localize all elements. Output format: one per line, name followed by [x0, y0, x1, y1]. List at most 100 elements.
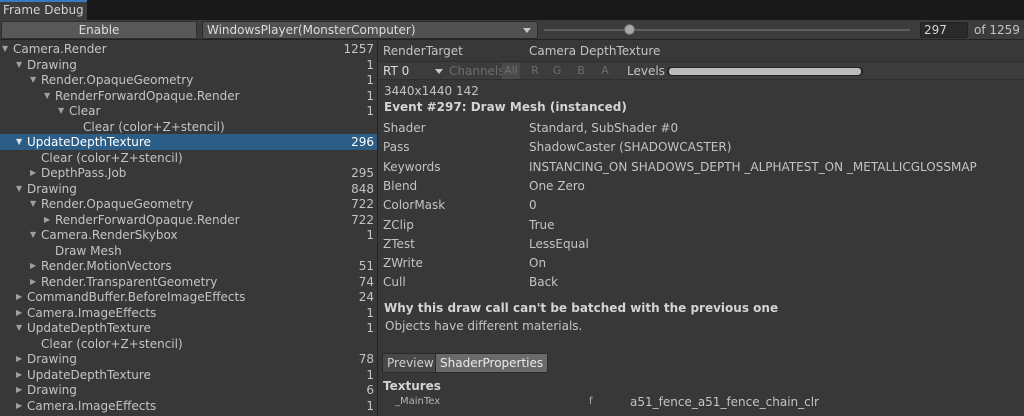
expand-right-icon[interactable]: ▶	[44, 212, 54, 228]
expand-right-icon[interactable]: ▶	[30, 274, 40, 290]
tree-row-count: 1	[366, 57, 374, 72]
expand-down-icon[interactable]: ▼	[44, 88, 54, 104]
tree-row[interactable]: ▶ Drawing 78	[0, 351, 377, 367]
tree-row-label: Render.TransparentGeometry	[41, 274, 218, 289]
expand-right-icon[interactable]: ▶	[16, 382, 26, 398]
tree-row-label: UpdateDepthTexture	[27, 135, 151, 149]
tree-row[interactable]: ▶ Render.MotionVectors 51	[0, 258, 377, 274]
tree-row-count: 1	[366, 104, 374, 118]
rt-dropdown-label: RT 0	[383, 64, 410, 78]
tree-row[interactable]: ▶ RenderForwardOpaque.Render 722	[0, 212, 377, 228]
resolution-text: 3440x1440 142	[384, 84, 479, 98]
tree-row[interactable]: ▶ UpdateDepthTexture 1	[0, 367, 377, 383]
tree-row-label: Clear	[69, 104, 101, 118]
expand-down-icon[interactable]: ▼	[58, 103, 68, 119]
channel-r-button[interactable]: R	[527, 63, 543, 79]
tree-row[interactable]: ▼ Drawing 848	[0, 181, 377, 197]
tree-row-label: Render.OpaqueGeometry	[41, 197, 194, 211]
expand-down-icon[interactable]: ▼	[2, 41, 12, 57]
tree-row-label: Camera.ImageEffects	[27, 398, 157, 413]
tree-row[interactable]: ▼ UpdateDepthTexture 296	[0, 134, 377, 150]
tree-row[interactable]: ▼ RenderForwardOpaque.Render 1	[0, 88, 377, 104]
expand-right-icon[interactable]: ▶	[30, 165, 40, 181]
tree-row-label: Render.OpaqueGeometry	[41, 73, 194, 87]
tree-row-label: UpdateDepthTexture	[27, 367, 151, 382]
rt-dropdown[interactable]: RT 0	[381, 63, 445, 79]
expand-down-icon[interactable]: ▼	[16, 181, 26, 197]
tree-row[interactable]: ▶ DepthPass.Job 295	[0, 165, 377, 181]
tree-row-label: Drawing	[27, 352, 77, 366]
tab-shader-properties[interactable]: ShaderProperties	[435, 353, 549, 373]
tree-row[interactable]: Clear (color+Z+stencil)	[0, 150, 377, 166]
tree-row[interactable]: Draw Mesh	[0, 243, 377, 259]
tree-row[interactable]: Clear (color+Z+stencil)	[0, 336, 377, 352]
target-player-dropdown[interactable]: WindowsPlayer(MonsterComputer)	[202, 21, 538, 39]
channel-b-button[interactable]: B	[573, 63, 589, 79]
expand-down-icon[interactable]: ▼	[16, 320, 26, 336]
tree-row[interactable]: Clear (color+Z+stencil)	[0, 119, 377, 135]
property-key: ZWrite	[383, 256, 423, 271]
texture-row: _MainTex f a51_fence_a51_fence_chain_clr	[379, 394, 1024, 410]
expand-right-icon[interactable]: ▶	[16, 367, 26, 383]
levels-slider[interactable]	[667, 67, 863, 76]
property-key: Keywords	[383, 159, 441, 174]
expand-down-icon[interactable]: ▼	[16, 134, 26, 150]
channels-label: Channels	[449, 64, 505, 78]
frame-debug-tab[interactable]: Frame Debug	[0, 0, 87, 20]
event-slider-track[interactable]	[544, 29, 910, 31]
property-value: Standard, SubShader #0	[529, 121, 679, 135]
tree-row-count: 295	[351, 166, 374, 180]
expand-right-icon[interactable]: ▶	[16, 305, 26, 321]
tree-row[interactable]: ▼ UpdateDepthTexture 1	[0, 320, 377, 336]
expand-right-icon[interactable]: ▶	[16, 398, 26, 414]
enable-button[interactable]: Enable	[1, 21, 197, 39]
expand-down-icon[interactable]: ▼	[30, 196, 40, 212]
window-tab-bar: Frame Debug	[0, 0, 1024, 20]
tree-row[interactable]: ▼ Render.OpaqueGeometry 1	[0, 72, 377, 88]
property-key: Pass	[383, 140, 410, 155]
expand-right-icon[interactable]: ▶	[16, 351, 26, 367]
tree-row-label: RenderForwardOpaque.Render	[55, 212, 240, 227]
tree-row-count: 1257	[343, 42, 374, 56]
channel-all-button[interactable]: All	[502, 63, 520, 79]
tree-row-label: RenderForwardOpaque.Render	[55, 88, 240, 103]
batch-heading: Why this draw call can't be batched with…	[384, 301, 779, 315]
tree-row[interactable]: ▼ Clear 1	[0, 103, 377, 119]
frame-debugger-toolbar: Enable WindowsPlayer(MonsterComputer) 29…	[0, 20, 1024, 40]
tree-row-count: 296	[351, 135, 374, 149]
tree-row[interactable]: ▼ Drawing 1	[0, 57, 377, 73]
tree-row-label: Draw Mesh	[55, 243, 122, 258]
property-key: Blend	[383, 178, 418, 193]
property-value: INSTANCING_ON SHADOWS_DEPTH _ALPHATEST_O…	[529, 159, 977, 174]
tree-row-label: Clear (color+Z+stencil)	[41, 336, 183, 351]
event-index-input[interactable]: 297	[920, 22, 968, 38]
channel-g-button[interactable]: G	[549, 63, 565, 79]
render-target-toolbar: RT 0 Channels All R G B A Levels	[379, 61, 1024, 80]
event-hierarchy-tree[interactable]: ▼ Camera.Render 1257 ▼ Drawing 1 ▼ Render.Opaqu…	[0, 41, 378, 416]
tree-row[interactable]: ▶ Render.TransparentGeometry 74	[0, 274, 377, 290]
expand-down-icon[interactable]: ▼	[30, 227, 40, 243]
tree-row-count: 1	[366, 398, 374, 413]
tree-row[interactable]: ▶ Drawing 6	[0, 382, 377, 398]
tree-row[interactable]: ▶ Camera.ImageEffects 1	[0, 398, 377, 414]
expand-down-icon[interactable]: ▼	[16, 57, 26, 73]
tree-row-count: 6	[366, 383, 374, 397]
tree-row[interactable]: ▶ Camera.ImageEffects 1	[0, 305, 377, 321]
tree-row-count: 1	[366, 88, 374, 103]
tree-row-count: 1	[366, 73, 374, 87]
property-key: ZTest	[383, 236, 415, 251]
levels-range-fill[interactable]	[669, 68, 861, 75]
tree-row[interactable]: ▼ Camera.RenderSkybox 1	[0, 227, 377, 243]
tree-row[interactable]: ▼ Camera.Render 1257	[0, 41, 377, 57]
tab-preview[interactable]: Preview	[382, 353, 439, 373]
tree-row-count: 722	[351, 212, 374, 227]
expand-down-icon[interactable]: ▼	[30, 72, 40, 88]
channel-a-button[interactable]: A	[597, 63, 613, 79]
tree-row-label: Clear (color+Z+stencil)	[83, 119, 225, 134]
tree-row-label: Drawing	[27, 383, 77, 397]
tree-row[interactable]: ▼ Render.OpaqueGeometry 722	[0, 196, 377, 212]
tree-row-label: CommandBuffer.BeforeImageEffects	[27, 290, 246, 304]
expand-right-icon[interactable]: ▶	[16, 289, 26, 305]
tree-row[interactable]: ▶ CommandBuffer.BeforeImageEffects 24	[0, 289, 377, 305]
expand-right-icon[interactable]: ▶	[30, 258, 40, 274]
